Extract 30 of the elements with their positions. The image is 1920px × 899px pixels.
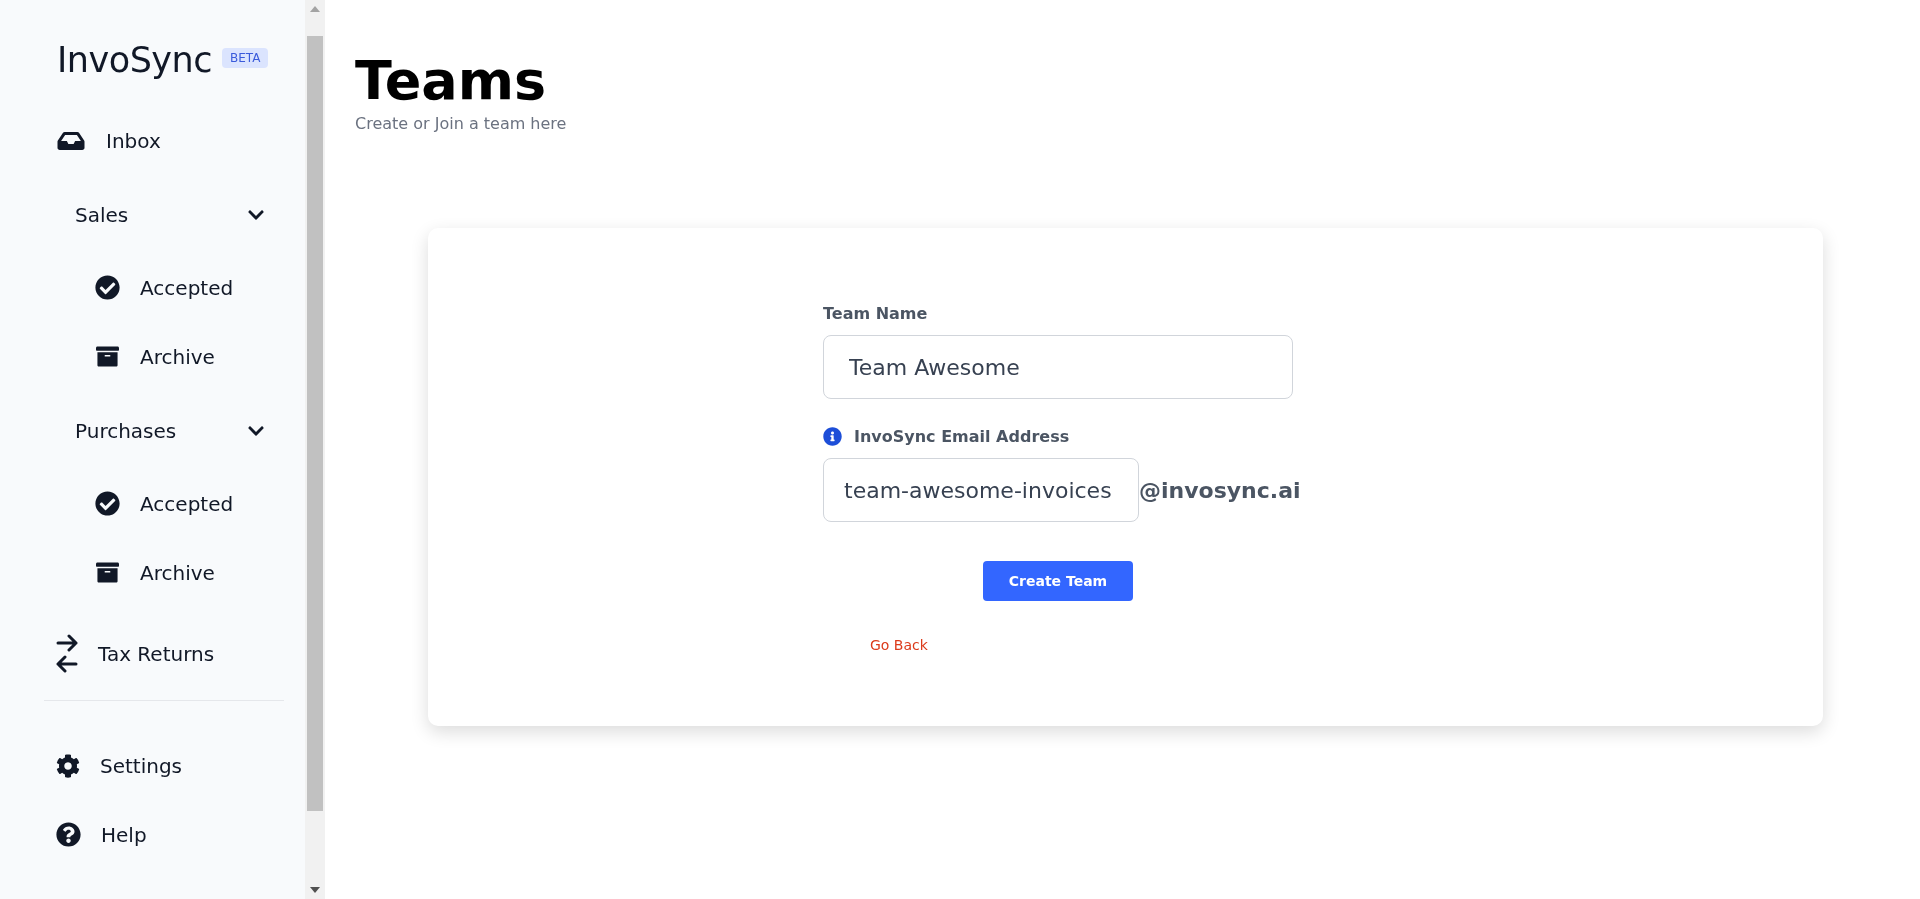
sidebar-item[interactable]: Archive bbox=[0, 538, 305, 607]
page-title: Teams bbox=[355, 50, 548, 113]
page-subtitle: Create or Join a team here bbox=[355, 114, 568, 134]
scroll-down-icon[interactable] bbox=[310, 886, 320, 894]
team-name-field[interactable]: Team Awesome bbox=[823, 335, 1293, 400]
scroll-up-icon[interactable] bbox=[310, 5, 320, 13]
sidebar-item[interactable]: Settings bbox=[0, 731, 305, 800]
archive-box-icon bbox=[95, 561, 120, 584]
settings-icon bbox=[56, 753, 80, 778]
help-icon bbox=[56, 822, 81, 847]
sidebar-item[interactable]: Archive bbox=[0, 322, 305, 391]
info-icon bbox=[823, 427, 842, 447]
sidebar-item[interactable]: Accepted bbox=[0, 253, 305, 322]
archive-box-icon bbox=[95, 345, 120, 368]
field-label: Team Name bbox=[823, 304, 928, 324]
swap-arrows-icon bbox=[56, 632, 78, 675]
sidebar-item[interactable]: Accepted bbox=[0, 469, 305, 538]
sidebar-item[interactable]: Help bbox=[0, 800, 305, 869]
app-logo: InvoSync bbox=[57, 40, 212, 80]
sidebar-item[interactable]: Inbox bbox=[0, 106, 305, 175]
go-back-link[interactable]: Go Back bbox=[870, 637, 928, 654]
field-label: InvoSync Email Address bbox=[854, 427, 1070, 447]
sidebar-group[interactable]: Sales bbox=[75, 177, 265, 253]
sidebar-group[interactable]: Purchases bbox=[75, 393, 265, 469]
email-domain: @invosync.ai bbox=[1139, 477, 1301, 503]
beta-badge: BETA bbox=[222, 48, 269, 68]
sidebar-item[interactable]: Tax Returns bbox=[0, 619, 305, 688]
create-team-button[interactable]: Create Team bbox=[983, 561, 1133, 602]
scrollbar[interactable] bbox=[305, 0, 325, 899]
email-field[interactable]: team-awesome-invoices bbox=[823, 458, 1139, 523]
